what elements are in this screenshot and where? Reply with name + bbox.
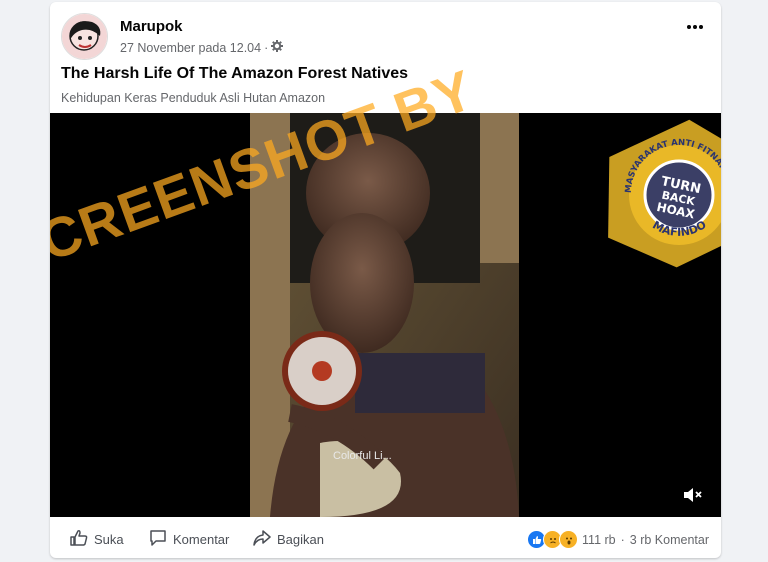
comment-label: Komentar bbox=[173, 532, 230, 547]
thumbs-up-icon bbox=[70, 529, 88, 550]
post-header: Marupok 27 November pada 12.04 · bbox=[50, 2, 721, 62]
wow-reaction-icon bbox=[559, 530, 579, 549]
comments-count[interactable]: 3 rb Komentar bbox=[630, 533, 709, 547]
reaction-icons bbox=[527, 530, 579, 549]
comment-button[interactable]: Komentar bbox=[149, 529, 229, 550]
reaction-summary[interactable]: 111 rb · 3 rb Komentar bbox=[527, 530, 709, 549]
more-icon bbox=[686, 17, 704, 35]
reactions-count: 111 rb bbox=[582, 532, 616, 547]
meta-separator: · bbox=[264, 40, 269, 55]
more-options-button[interactable] bbox=[683, 16, 707, 36]
mute-icon bbox=[682, 488, 704, 508]
post-card: Marupok 27 November pada 12.04 · The Har… bbox=[50, 2, 721, 558]
video-overlay-caption: Colorful Li... bbox=[333, 450, 392, 462]
comment-icon bbox=[149, 529, 167, 550]
post-date[interactable]: 27 November pada 12.04 bbox=[120, 41, 261, 55]
gear-icon bbox=[271, 40, 284, 55]
like-button[interactable]: Suka bbox=[70, 529, 124, 550]
post-meta: 27 November pada 12.04 · bbox=[120, 40, 284, 55]
mafindo-seal: MASYARAKAT ANTI FITNAH INDONESIA MAFINDO… bbox=[597, 108, 721, 271]
stats-separator: · bbox=[620, 532, 625, 547]
share-label: Bagikan bbox=[277, 532, 324, 547]
post-actions-bar: Suka Komentar Bagikan 111 rb · 3 rb Kome… bbox=[50, 517, 721, 558]
mute-button[interactable] bbox=[682, 486, 706, 506]
avatar[interactable] bbox=[61, 13, 108, 60]
post-subtitle: Kehidupan Keras Penduduk Asli Hutan Amaz… bbox=[61, 91, 326, 105]
share-icon bbox=[253, 529, 271, 550]
author-name[interactable]: Marupok bbox=[120, 18, 183, 35]
post-title: The Harsh Life Of The Amazon Forest Nati… bbox=[61, 65, 409, 82]
share-button[interactable]: Bagikan bbox=[253, 529, 324, 550]
like-label: Suka bbox=[94, 532, 124, 547]
